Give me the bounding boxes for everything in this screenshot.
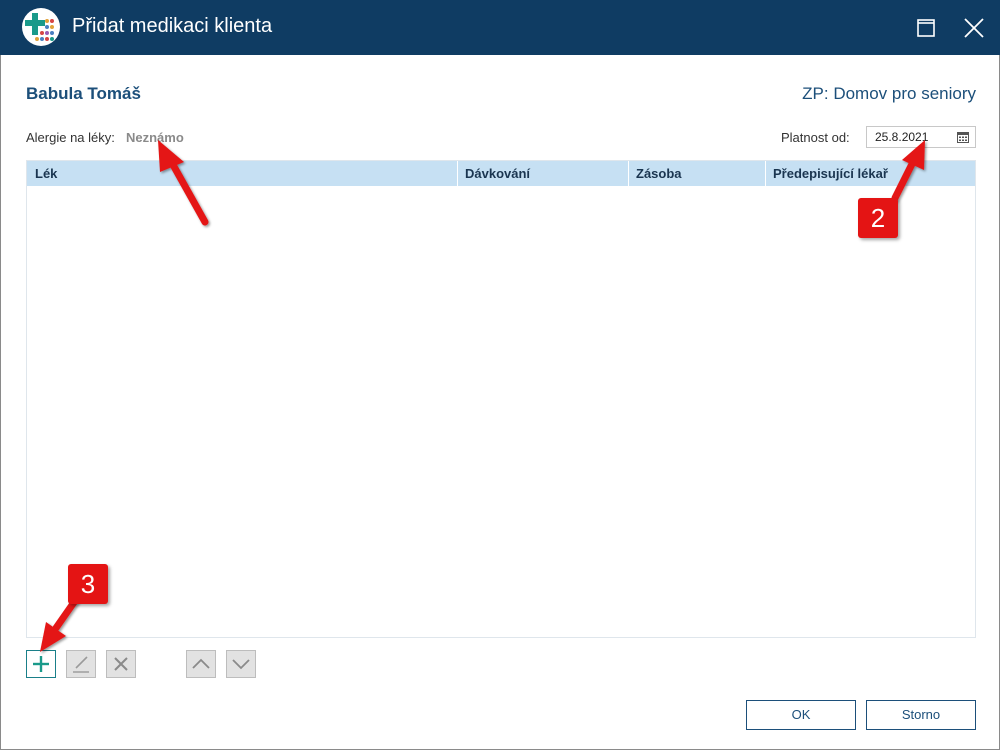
maximize-button[interactable]: [908, 10, 944, 46]
close-button[interactable]: [956, 10, 992, 46]
cancel-button[interactable]: Storno: [866, 700, 976, 730]
grid-header: Lék Dávkování Zásoba Předepisující lékař: [27, 161, 975, 186]
add-icon: [33, 656, 49, 672]
delete-icon: [114, 657, 128, 671]
maximize-icon: [917, 19, 935, 37]
delete-medication-button[interactable]: [106, 650, 136, 678]
medication-grid[interactable]: Lék Dávkování Zásoba Předepisující lékař: [26, 160, 976, 638]
column-header-drug[interactable]: Lék: [27, 161, 457, 186]
edit-icon: [73, 656, 89, 673]
callout-3: 3: [68, 564, 108, 604]
column-header-stock[interactable]: Zásoba: [628, 161, 765, 186]
column-header-dosage[interactable]: Dávkování: [457, 161, 628, 186]
ok-button[interactable]: OK: [746, 700, 856, 730]
app-logo-icon: [22, 8, 60, 46]
client-name: Babula Tomáš: [26, 84, 141, 103]
title-bar: Přidat medikaci klienta: [0, 0, 1000, 55]
close-icon: [964, 18, 984, 38]
chevron-down-icon: [232, 659, 250, 670]
valid-from-label: Platnost od:: [781, 130, 850, 145]
allergy-value: Neznámo: [126, 130, 184, 145]
move-down-button[interactable]: [226, 650, 256, 678]
column-header-prescribing-doctor[interactable]: Předepisující lékař: [765, 161, 975, 186]
facility-label: ZP: Domov pro seniory: [802, 84, 976, 103]
allergy-label: Alergie na léky:: [26, 130, 115, 145]
move-up-button[interactable]: [186, 650, 216, 678]
chevron-up-icon: [192, 658, 210, 669]
calendar-icon[interactable]: [957, 131, 969, 143]
callout-2: 2: [858, 198, 898, 238]
valid-from-date-input[interactable]: [867, 127, 959, 147]
valid-from-date-field[interactable]: [866, 126, 976, 148]
window-title: Přidat medikaci klienta: [72, 15, 273, 37]
edit-medication-button[interactable]: [66, 650, 96, 678]
add-medication-button[interactable]: [26, 650, 56, 678]
